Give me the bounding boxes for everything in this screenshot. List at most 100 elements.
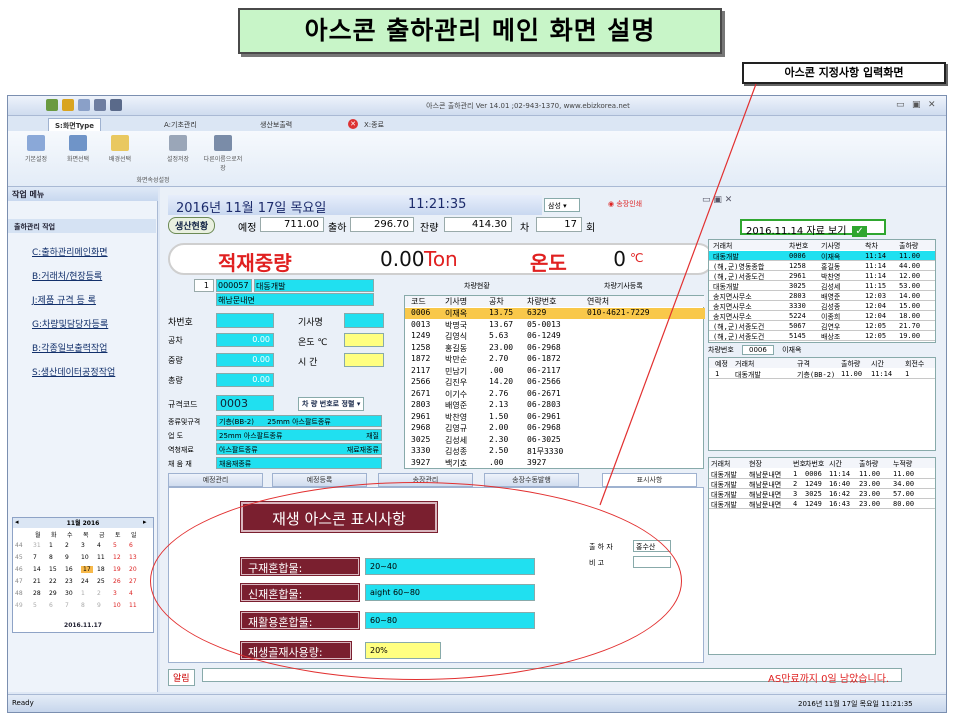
calendar-day[interactable]: 18 [97, 566, 105, 573]
minimize-icon[interactable]: ▭ [896, 100, 905, 110]
menu-item-main-screen[interactable]: C:출하관리메인화면 [32, 245, 108, 258]
default-settings-button[interactable]: 기본설정 [18, 135, 54, 175]
save-settings-button[interactable]: 설정저장 [160, 135, 196, 175]
quick-print-icon[interactable] [78, 99, 90, 111]
calendar-day[interactable]: 15 [49, 566, 57, 573]
calendar-day[interactable]: 7 [33, 554, 37, 561]
print-option[interactable]: ◉ 송장인쇄 [608, 199, 642, 209]
table-row[interactable]: 1258 홍길동 23.00 06-2968 [405, 343, 705, 354]
calendar-day[interactable]: 22 [49, 578, 57, 585]
calendar-next-icon[interactable]: ▸ [143, 518, 147, 526]
past-data-button[interactable]: 2016.11.14 자료 보기 ✓ [740, 219, 886, 237]
tab-notice[interactable]: 표시사항 [602, 473, 697, 487]
calendar-day[interactable]: 23 [65, 578, 73, 585]
calendar-day[interactable]: 2 [65, 542, 69, 549]
menu-item-production-data[interactable]: S:생산데이터공정작업 [32, 365, 115, 378]
background-select-button[interactable]: 배경선택 [102, 135, 138, 175]
save-as-button[interactable]: 다른이름으로저장 [202, 135, 244, 175]
calendar-day[interactable]: 3 [81, 542, 85, 549]
material-field[interactable]: 아스팔트종류 재료재종류 [216, 443, 382, 455]
calendar-day[interactable]: 29 [49, 590, 57, 597]
table-row[interactable]: 2961 박찬영 1.50 06-2961 [405, 412, 705, 423]
calendar[interactable]: 11월 2016 ◂ ▸ 월 화 수 목 금 토 일 44 31 1 2 3 4 5 6 45 7 8 9 10 11 1… [12, 517, 154, 633]
calendar-day[interactable]: 4 [97, 542, 101, 549]
menu-item-daily-report[interactable]: B:각종일보출력작업 [32, 341, 107, 354]
site-field[interactable]: 해남문내면 [216, 293, 374, 306]
spec-code-field[interactable]: 0003 [216, 395, 274, 411]
calendar-day[interactable]: 31 [33, 542, 41, 549]
quick-folder-icon[interactable] [62, 99, 74, 111]
calendar-day[interactable]: 19 [113, 566, 121, 573]
state-badge[interactable]: 생산현황 [168, 217, 216, 234]
table-row[interactable]: 3330 김성종 2.50 81무3330 [405, 446, 705, 457]
calendar-day[interactable]: 17 [81, 566, 93, 573]
tab-vehicle-register[interactable]: 차량기사등록 [604, 281, 643, 291]
tab-production-report[interactable]: 생산보출력 [254, 118, 298, 131]
calendar-day[interactable]: 28 [33, 590, 41, 597]
mode-select[interactable]: 삼성 ▾ [544, 198, 580, 212]
quick-floppy-icon[interactable] [110, 99, 122, 111]
seq-field[interactable]: 1 [194, 279, 214, 292]
calendar-day[interactable]: 30 [65, 590, 73, 597]
menu-item-client-site[interactable]: B:거래처/현장등록 [32, 269, 102, 282]
table-row[interactable]: 1872 박만순 2.70 06-1872 [405, 354, 705, 365]
calendar-day[interactable]: 1 [81, 590, 85, 597]
calendar-day[interactable]: 6 [129, 542, 133, 549]
close-icon[interactable]: ✕ [928, 100, 936, 110]
plan-table[interactable]: 예정 거래처 규격 출하량 시간 회전수 1 대동개발 기층(BB-2) 11.00 11:14 1 [708, 357, 936, 451]
filler-field[interactable]: 채움재종류 [216, 457, 382, 469]
kind-field[interactable]: 기층(BB-2) 25mm 아스팔트종류 [216, 415, 382, 427]
tab-screen-type[interactable]: S:화면Type [48, 118, 101, 131]
calendar-day[interactable]: 11 [129, 602, 137, 609]
calendar-day[interactable]: 2 [97, 590, 101, 597]
table-row[interactable]: 1249 김영식 5.63 06-1249 [405, 331, 705, 342]
empty-weight-field[interactable]: 0.00 [216, 333, 274, 347]
calendar-day[interactable]: 8 [49, 554, 53, 561]
calendar-day[interactable]: 8 [81, 602, 85, 609]
tab-basic-management[interactable]: A:기초관리 [158, 118, 203, 131]
calendar-day[interactable]: 6 [49, 602, 53, 609]
calendar-day[interactable]: 27 [129, 578, 137, 585]
calendar-day[interactable]: 11 [97, 554, 105, 561]
vehicle-table[interactable]: 코드 기사명 공차 차량번호 연락처 0006 이재옥 13.75 6329 010-4621-7… [404, 295, 705, 469]
tab-vehicle-status[interactable]: 차량현황 [464, 281, 490, 291]
calendar-day[interactable]: 24 [81, 578, 89, 585]
tab-exit[interactable]: X:종료 [358, 118, 390, 131]
tab-invoice-manual[interactable]: 송장수동발행 [484, 473, 579, 487]
calendar-day[interactable]: 13 [129, 554, 137, 561]
calendar-day[interactable]: 25 [97, 578, 105, 585]
calendar-day[interactable]: 14 [33, 566, 41, 573]
use-field[interactable]: 25mm 아스팔트종류 재질 [216, 429, 382, 441]
exit-icon[interactable]: ✕ [348, 119, 358, 129]
tab-plan-management[interactable]: 예정관리 [168, 473, 263, 487]
calendar-day[interactable]: 21 [33, 578, 41, 585]
table-row[interactable]: 2968 김영규 2.00 06-2968 [405, 423, 705, 434]
table-row[interactable]: 0006 이재옥 13.75 6329 010-4621-7229 [405, 308, 705, 319]
screen-select-button[interactable]: 화면선택 [60, 135, 96, 175]
restore-icon[interactable]: ▣ [912, 100, 921, 110]
shipment-summary-table[interactable]: 거래처 차번호 기사명 착차 출하량 대동개발 0006 이재옥 11:14 11.00 (해,군)… [708, 239, 936, 343]
calendar-day[interactable]: 16 [65, 566, 73, 573]
total-weight-field[interactable]: 0.00 [216, 373, 274, 387]
gross-weight-field[interactable]: 0.00 [216, 353, 274, 367]
calendar-day[interactable]: 10 [81, 554, 89, 561]
table-row[interactable]: 2566 김진우 14.20 06-2566 [405, 377, 705, 388]
form-temp-field[interactable] [344, 333, 384, 347]
calendar-day[interactable]: 5 [33, 602, 37, 609]
calendar-today[interactable]: 2016.11.17 [13, 622, 153, 632]
cumulative-table[interactable]: 거래처 현장 번호 차번호 시간 출하량 누적량 대동개발 해남문내면 1 0006 11:14 11.… [708, 457, 936, 655]
calendar-day[interactable]: 7 [65, 602, 69, 609]
car-row-code[interactable]: 0006 [742, 345, 774, 355]
calendar-day[interactable]: 20 [129, 566, 137, 573]
sort-select[interactable]: 차 량 번호로 정렬 ▾ [298, 397, 365, 411]
calendar-day[interactable]: 9 [97, 602, 101, 609]
table-row[interactable]: 2803 배영준 2.13 06-2803 [405, 400, 705, 411]
calendar-day[interactable]: 4 [129, 590, 133, 597]
quick-save-icon[interactable] [46, 99, 58, 111]
menu-item-vehicle[interactable]: G:차량및담당자등록 [32, 317, 108, 330]
quick-disk-icon[interactable] [94, 99, 106, 111]
calendar-prev-icon[interactable]: ◂ [15, 518, 19, 526]
client-name-field[interactable]: 대동개발 [254, 279, 374, 292]
client-code-field[interactable]: 000057 [216, 279, 252, 292]
table-row[interactable]: 2671 이기수 2.76 06-2671 [405, 389, 705, 400]
